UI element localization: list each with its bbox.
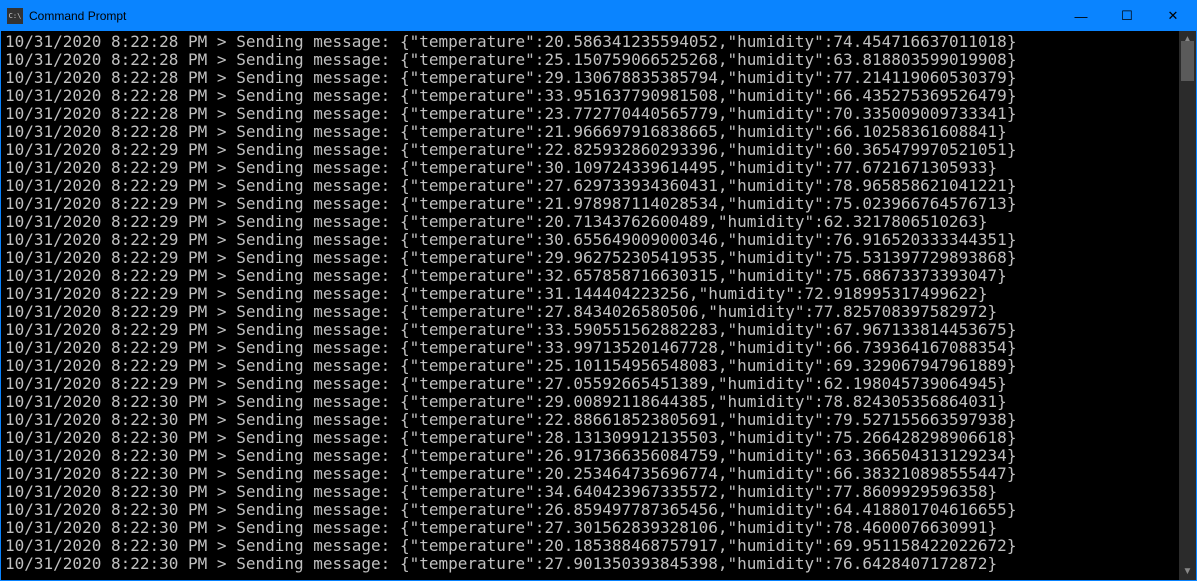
minimize-button[interactable]: —	[1058, 1, 1104, 31]
window-icon: C:\	[7, 8, 23, 24]
scroll-thumb[interactable]	[1181, 41, 1194, 81]
vertical-scrollbar[interactable]: ▲ ▼	[1179, 31, 1196, 580]
close-icon: ✕	[1168, 8, 1179, 24]
window-title: Command Prompt	[29, 9, 126, 23]
titlebar[interactable]: C:\ Command Prompt — ☐ ✕	[1, 1, 1196, 31]
console-output[interactable]: 10/31/2020 8:22:28 PM > Sending message:…	[1, 31, 1179, 580]
scroll-down-button[interactable]: ▼	[1179, 563, 1196, 580]
client-area: 10/31/2020 8:22:28 PM > Sending message:…	[1, 31, 1196, 580]
command-prompt-window: C:\ Command Prompt — ☐ ✕ 10/31/2020 8:22…	[0, 0, 1197, 581]
maximize-icon: ☐	[1121, 8, 1133, 24]
cmd-icon-text: C:\	[9, 13, 22, 20]
chevron-down-icon: ▼	[1183, 566, 1193, 577]
minimize-icon: —	[1075, 9, 1088, 24]
maximize-button[interactable]: ☐	[1104, 1, 1150, 31]
close-button[interactable]: ✕	[1150, 1, 1196, 31]
